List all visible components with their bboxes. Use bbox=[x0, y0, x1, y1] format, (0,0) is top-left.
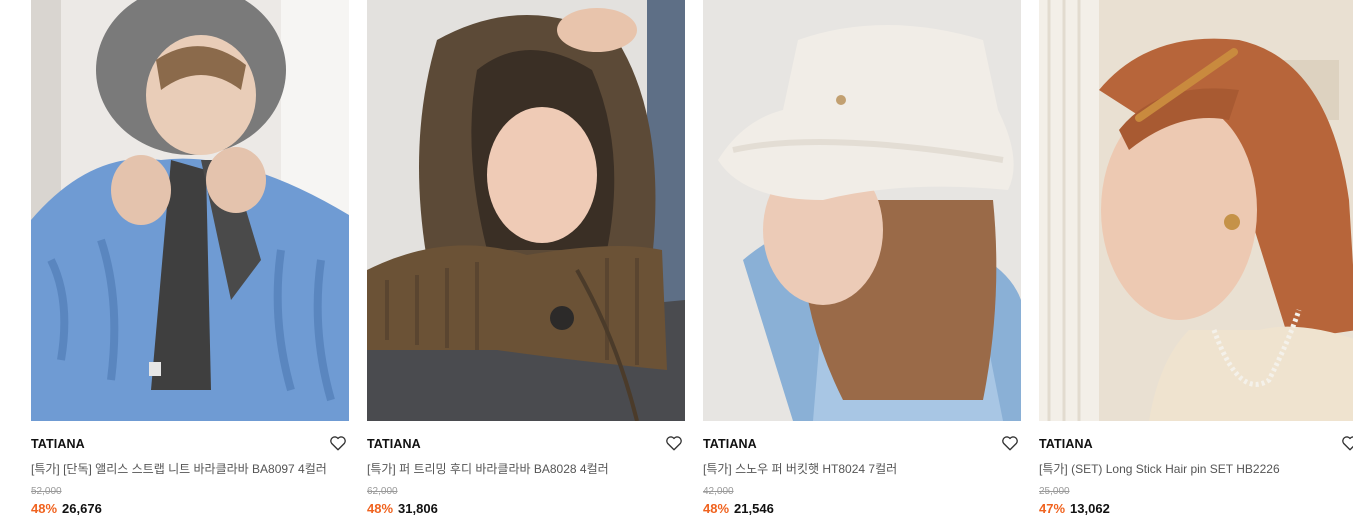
product-card: TATIANA [특가] 스노우 퍼 버킷햇 HT8024 7컬러 42,000… bbox=[703, 0, 1021, 527]
original-price: 52,000 bbox=[31, 486, 62, 497]
product-photo-fur-bucket-hat bbox=[703, 0, 1021, 421]
product-card: TATIANA [특가] (SET) Long Stick Hair pin S… bbox=[1039, 0, 1353, 527]
product-image[interactable] bbox=[1039, 0, 1353, 421]
brand-name[interactable]: TATIANA bbox=[703, 437, 757, 451]
product-title[interactable]: [특가] 스노우 퍼 버킷햇 HT8024 7컬러 bbox=[703, 460, 1021, 477]
product-photo-knit-balaclava bbox=[31, 0, 349, 421]
discount-rate: 47% bbox=[1039, 501, 1066, 516]
product-card: TATIANA [특가] 퍼 트리밍 후디 바라클라바 BA8028 4컬러 6… bbox=[367, 0, 685, 527]
heart-outline-icon[interactable] bbox=[1341, 434, 1353, 452]
product-title[interactable]: [특가] [단독] 앨리스 스트랩 니트 바라클라바 BA8097 4컬러 bbox=[31, 460, 349, 477]
brand-row: TATIANA bbox=[1039, 434, 1353, 454]
heart-outline-icon[interactable] bbox=[665, 434, 683, 452]
product-grid: TATIANA [특가] [단독] 앨리스 스트랩 니트 바라클라바 BA809… bbox=[0, 0, 1353, 527]
original-price: 25,000 bbox=[1039, 486, 1070, 497]
product-title[interactable]: [특가] 퍼 트리밍 후디 바라클라바 BA8028 4컬러 bbox=[367, 460, 685, 477]
discount-rate: 48% bbox=[703, 501, 730, 516]
product-image[interactable] bbox=[31, 0, 349, 421]
brand-row: TATIANA bbox=[31, 434, 349, 454]
brand-name[interactable]: TATIANA bbox=[1039, 437, 1093, 451]
heart-outline-icon[interactable] bbox=[1001, 434, 1019, 452]
price-row: 47% 13,062 bbox=[1039, 501, 1110, 516]
original-price: 62,000 bbox=[367, 486, 398, 497]
product-image[interactable] bbox=[703, 0, 1021, 421]
sale-price: 13,062 bbox=[1070, 501, 1110, 516]
sale-price: 21,546 bbox=[734, 501, 774, 516]
product-photo-hair-pin-set bbox=[1039, 0, 1353, 421]
price-row: 48% 21,546 bbox=[703, 501, 774, 516]
product-title[interactable]: [특가] (SET) Long Stick Hair pin SET HB222… bbox=[1039, 460, 1353, 477]
heart-outline-icon[interactable] bbox=[329, 434, 347, 452]
sale-price: 26,676 bbox=[62, 501, 102, 516]
product-card: TATIANA [특가] [단독] 앨리스 스트랩 니트 바라클라바 BA809… bbox=[31, 0, 349, 527]
brand-name[interactable]: TATIANA bbox=[31, 437, 85, 451]
original-price: 42,000 bbox=[703, 486, 734, 497]
sale-price: 31,806 bbox=[398, 501, 438, 516]
discount-rate: 48% bbox=[367, 501, 394, 516]
price-row: 48% 26,676 bbox=[31, 501, 102, 516]
brand-name[interactable]: TATIANA bbox=[367, 437, 421, 451]
discount-rate: 48% bbox=[31, 501, 58, 516]
price-row: 48% 31,806 bbox=[367, 501, 438, 516]
brand-row: TATIANA bbox=[367, 434, 685, 454]
product-image[interactable] bbox=[367, 0, 685, 421]
product-photo-fur-hoodie-balaclava bbox=[367, 0, 685, 421]
brand-row: TATIANA bbox=[703, 434, 1021, 454]
